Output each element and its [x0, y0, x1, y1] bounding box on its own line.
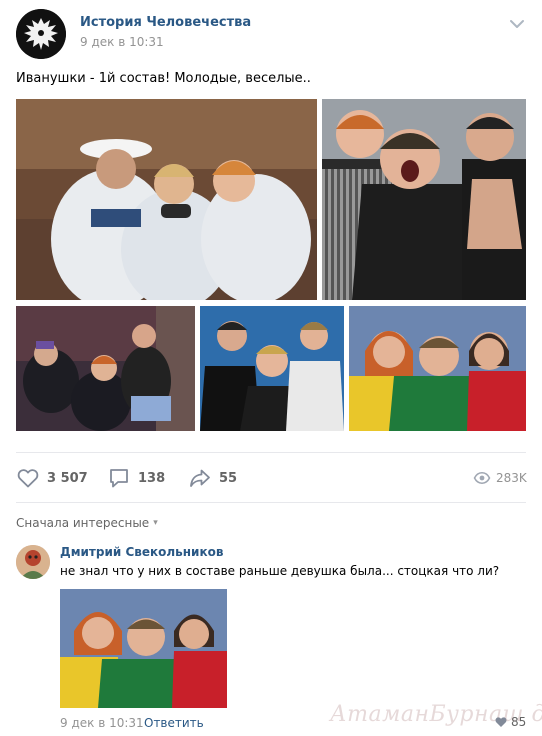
photo-on-stairs-icon — [16, 306, 195, 431]
comment-author-name[interactable]: Дмитрий Свекольников — [60, 545, 223, 559]
post-photo-5[interactable] — [349, 306, 526, 431]
post-photo-2[interactable] — [322, 99, 526, 300]
views-counter: 283K — [473, 468, 527, 488]
comment-date[interactable]: 9 дек в 10:31 — [60, 716, 144, 730]
group-name-link[interactable]: История Человечества — [80, 15, 251, 30]
post-date[interactable]: 9 дек в 10:31 — [80, 35, 164, 49]
heart-icon — [495, 717, 507, 727]
comment-like-count: 85 — [511, 715, 527, 729]
post-menu-button[interactable] — [507, 16, 527, 32]
views-count: 283K — [496, 471, 527, 485]
post-photo-1[interactable] — [16, 99, 317, 300]
avatar-image-icon — [16, 545, 50, 579]
group-avatar[interactable] — [16, 9, 66, 59]
post-photo-3[interactable] — [16, 306, 195, 431]
chevron-down-icon — [510, 20, 524, 28]
like-count: 3 507 — [47, 470, 88, 486]
like-button[interactable]: 3 507 — [16, 466, 88, 490]
chevron-down-icon: ▾ — [153, 518, 158, 528]
comments-sort-dropdown[interactable]: Сначала интересные ▾ — [16, 516, 158, 530]
photo-blue-background-icon — [200, 306, 344, 431]
share-arrow-icon — [190, 469, 210, 487]
heart-icon — [17, 469, 39, 488]
divider — [16, 502, 526, 503]
comment-count: 138 — [138, 470, 166, 486]
divider — [16, 452, 526, 453]
wall-post: История Человечества 9 дек в 10:31 Ивану… — [0, 0, 542, 736]
comment-author-avatar[interactable] — [16, 545, 50, 579]
share-button[interactable]: 55 — [188, 466, 237, 490]
photo-sailors-icon — [16, 99, 317, 300]
comment-bubble-icon — [110, 469, 128, 488]
share-count: 55 — [219, 470, 238, 486]
eagle-emblem-icon — [16, 9, 66, 59]
post-text: Иванушки - 1й состав! Молодые, веселые.. — [16, 71, 311, 86]
photo-colored-sweaters-icon — [349, 306, 526, 431]
eye-icon — [473, 472, 491, 484]
comment-like-button[interactable]: 85 — [494, 715, 526, 729]
reply-button[interactable]: Ответить — [144, 716, 204, 730]
comment-button[interactable]: 138 — [107, 466, 165, 490]
comments-sort-label: Сначала интересные — [16, 516, 150, 530]
photo-leather-jackets-icon — [322, 99, 526, 300]
comment-text: не знал что у них в составе раньше девуш… — [60, 564, 500, 578]
comment-photo[interactable] — [60, 589, 227, 708]
post-photo-4[interactable] — [200, 306, 344, 431]
photo-colored-sweaters-icon — [60, 589, 227, 708]
